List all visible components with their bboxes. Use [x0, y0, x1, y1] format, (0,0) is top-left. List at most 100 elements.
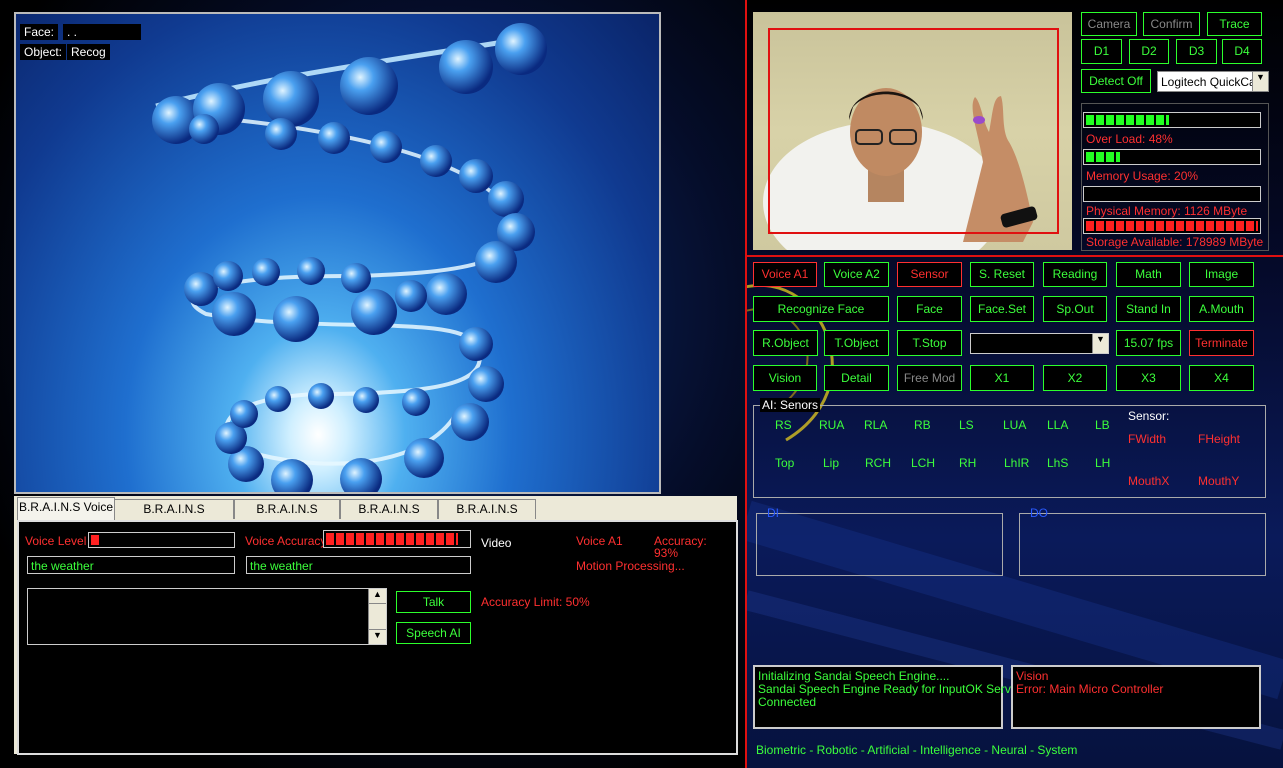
- overload-fill: [1086, 115, 1169, 125]
- tab-movement[interactable]: B.R.A.I.N.S Movement: [114, 499, 234, 534]
- error-log: Vision Error: Main Micro Controller: [1011, 665, 1261, 729]
- detect-off-button[interactable]: Detect Off: [1081, 69, 1151, 93]
- sensor-lhs: LhS: [1047, 456, 1069, 470]
- storage-bar: [1083, 218, 1261, 234]
- d2-button[interactable]: D2: [1129, 39, 1169, 64]
- x2-button[interactable]: X2: [1043, 365, 1107, 391]
- voice-textarea[interactable]: ▲ ▼: [27, 588, 387, 645]
- log-line: Connected: [758, 695, 817, 709]
- overload-bar: [1083, 112, 1261, 128]
- x1-button[interactable]: X1: [970, 365, 1034, 391]
- vertical-divider: [745, 0, 747, 768]
- textarea-scrollbar[interactable]: ▲ ▼: [368, 589, 386, 644]
- voice-level-label: Voice Level: [25, 534, 87, 548]
- s-reset-button[interactable]: S. Reset: [970, 262, 1034, 287]
- r-object-button[interactable]: R.Object: [753, 330, 818, 356]
- sensor-rb: RB: [914, 418, 931, 432]
- stand-in-button[interactable]: Stand In: [1116, 296, 1181, 322]
- trace-button[interactable]: Trace: [1207, 12, 1262, 36]
- face-button[interactable]: Face: [897, 296, 962, 322]
- camera-select[interactable]: Logitech QuickCam ▼: [1157, 71, 1269, 92]
- reading-button[interactable]: Reading: [1043, 262, 1107, 287]
- face-label: Face:: [20, 24, 59, 40]
- sphere-icon: [420, 145, 452, 177]
- tab-manual[interactable]: B.R.A.I.N.S Manual: [234, 499, 340, 534]
- sensor-rs: RS: [775, 418, 792, 432]
- vision-button[interactable]: Vision: [753, 365, 817, 391]
- scroll-up-icon[interactable]: ▲: [369, 589, 386, 604]
- t-object-button[interactable]: T.Object: [824, 330, 889, 356]
- d3-button[interactable]: D3: [1176, 39, 1217, 64]
- sensor-lhir: LhIR: [1004, 456, 1030, 470]
- sphere-icon: [263, 71, 319, 127]
- footer-tagline: Biometric - Robotic - Artificial - Intel…: [756, 743, 1078, 757]
- chevron-down-icon[interactable]: ▼: [1252, 72, 1268, 91]
- camera-select-value: Logitech QuickCam: [1161, 75, 1266, 89]
- camera-button[interactable]: Camera: [1081, 12, 1137, 36]
- spiral-artwork-icon: [152, 23, 547, 492]
- voice-a2-button[interactable]: Voice A2: [824, 262, 889, 287]
- main-viewer: [14, 12, 661, 494]
- sensor-rh: RH: [959, 456, 977, 470]
- object-value: Recog: [67, 44, 110, 60]
- d4-button[interactable]: D4: [1222, 39, 1262, 64]
- talk-button[interactable]: Talk: [396, 591, 471, 613]
- sphere-icon: [265, 118, 297, 150]
- x4-button[interactable]: X4: [1189, 365, 1254, 391]
- voice-level-bar: [88, 532, 235, 548]
- sensor-lla: LLA: [1047, 418, 1069, 432]
- chevron-down-icon[interactable]: ▼: [1092, 334, 1108, 353]
- voice-level-fill: [91, 535, 100, 545]
- voice-text-field-2[interactable]: the weather: [246, 556, 471, 574]
- scroll-down-icon[interactable]: ▼: [369, 629, 386, 644]
- sensor-top: Top: [775, 456, 795, 470]
- log-line: Error: Main Micro Controller: [1016, 682, 1164, 696]
- t-stop-button[interactable]: T.Stop: [897, 330, 962, 356]
- speech-ai-button[interactable]: Speech AI: [396, 622, 471, 644]
- sphere-icon: [439, 40, 493, 94]
- sphere-icon: [459, 327, 493, 361]
- free-mod-button[interactable]: Free Mod: [897, 365, 962, 391]
- face-detect-box: [768, 28, 1059, 234]
- tab-senor[interactable]: B.R.A.I.N.S Senor: [438, 499, 536, 534]
- sensor-mouthx: MouthX: [1128, 474, 1170, 488]
- sensor-ls: LS: [959, 418, 974, 432]
- tab-voice[interactable]: B.R.A.I.N.S Voice: [17, 497, 115, 520]
- face-set-button[interactable]: Face.Set: [970, 296, 1034, 322]
- memory-label: Memory Usage: 20%: [1086, 169, 1199, 183]
- image-button[interactable]: Image: [1189, 262, 1254, 287]
- tab-vision[interactable]: B.R.A.I.N.S Vision: [340, 499, 438, 534]
- sphere-icon: [370, 131, 402, 163]
- fps-display: 15.07 fps: [1116, 330, 1181, 356]
- voice-accuracy-label: Voice Accuracy: [245, 534, 327, 548]
- sphere-icon: [212, 292, 256, 336]
- mode-select[interactable]: ▼: [970, 333, 1109, 354]
- voice-a1-button[interactable]: Voice A1: [753, 262, 817, 287]
- sphere-icon: [495, 23, 547, 75]
- recognize-face-button[interactable]: Recognize Face: [753, 296, 889, 322]
- sphere-icon: [404, 438, 444, 478]
- sensor-fheight: FHeight: [1198, 432, 1241, 446]
- sensor-mouthy: MouthY: [1198, 474, 1240, 488]
- math-button[interactable]: Math: [1116, 262, 1181, 287]
- motion-processing-text: Motion Processing...: [576, 559, 685, 573]
- memory-bar: [1083, 149, 1261, 165]
- sp-out-button[interactable]: Sp.Out: [1043, 296, 1107, 322]
- terminate-button[interactable]: Terminate: [1189, 330, 1254, 356]
- di-group: DI: [756, 506, 1003, 576]
- do-group: DO: [1019, 506, 1266, 576]
- detail-button[interactable]: Detail: [824, 365, 889, 391]
- overload-label: Over Load: 48%: [1086, 132, 1173, 146]
- d1-button[interactable]: D1: [1081, 39, 1122, 64]
- sensor-fwidth: FWidth: [1128, 432, 1167, 446]
- sensor-lh: LH: [1095, 456, 1111, 470]
- confirm-button[interactable]: Confirm: [1143, 12, 1200, 36]
- sphere-icon: [273, 296, 319, 342]
- x3-button[interactable]: X3: [1116, 365, 1181, 391]
- horizontal-divider: [747, 255, 1283, 257]
- voice-text-field-1[interactable]: the weather: [27, 556, 235, 574]
- sphere-icon: [189, 114, 219, 144]
- a-mouth-button[interactable]: A.Mouth: [1189, 296, 1254, 322]
- sphere-icon: [341, 263, 371, 293]
- sensor-button[interactable]: Sensor: [897, 262, 962, 287]
